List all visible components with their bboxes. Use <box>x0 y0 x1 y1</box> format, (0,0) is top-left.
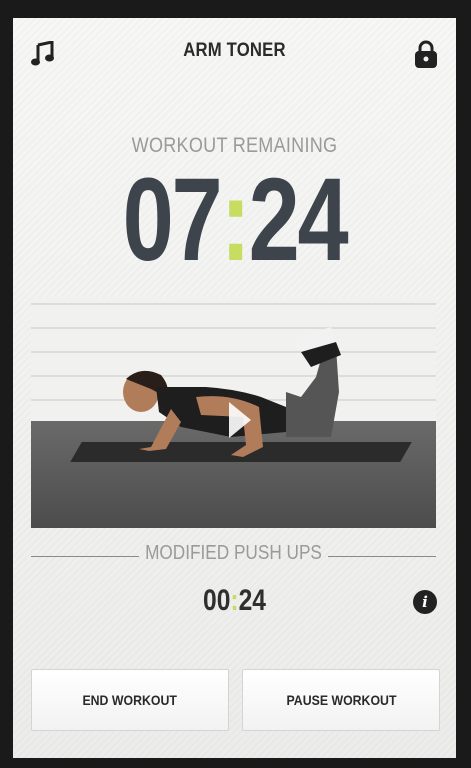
divider-right <box>328 556 436 557</box>
top-bar: ARM TONER <box>13 18 456 88</box>
pause-workout-button[interactable]: PAUSE WORKOUT <box>242 669 440 731</box>
info-icon[interactable]: i <box>413 590 437 614</box>
pause-workout-label: PAUSE WORKOUT <box>286 692 396 708</box>
exercise-timer-minutes: 00 <box>203 584 231 617</box>
exercise-timer: 00:24 <box>53 584 416 618</box>
page-title: ARM TONER <box>183 40 286 61</box>
exercise-name: MODIFIED PUSH UPS <box>145 542 322 564</box>
play-icon[interactable] <box>229 402 251 438</box>
workout-timer-seconds: 24 <box>248 154 349 286</box>
exercise-video[interactable] <box>31 297 436 528</box>
workout-timer: 07:24 <box>62 153 408 289</box>
lock-icon[interactable] <box>410 38 442 70</box>
end-workout-button[interactable]: END WORKOUT <box>31 669 229 731</box>
exercise-timer-colon: : <box>230 584 239 617</box>
timer-colon: : <box>220 154 251 286</box>
exercise-timer-seconds: 24 <box>238 584 266 617</box>
app-screen: ARM TONER WORKOUT REMAINING 07:24 MODIFI… <box>13 18 456 758</box>
exercise-header: MODIFIED PUSH UPS <box>31 542 436 572</box>
end-workout-label: END WORKOUT <box>82 692 178 708</box>
workout-timer-minutes: 07 <box>122 154 223 286</box>
